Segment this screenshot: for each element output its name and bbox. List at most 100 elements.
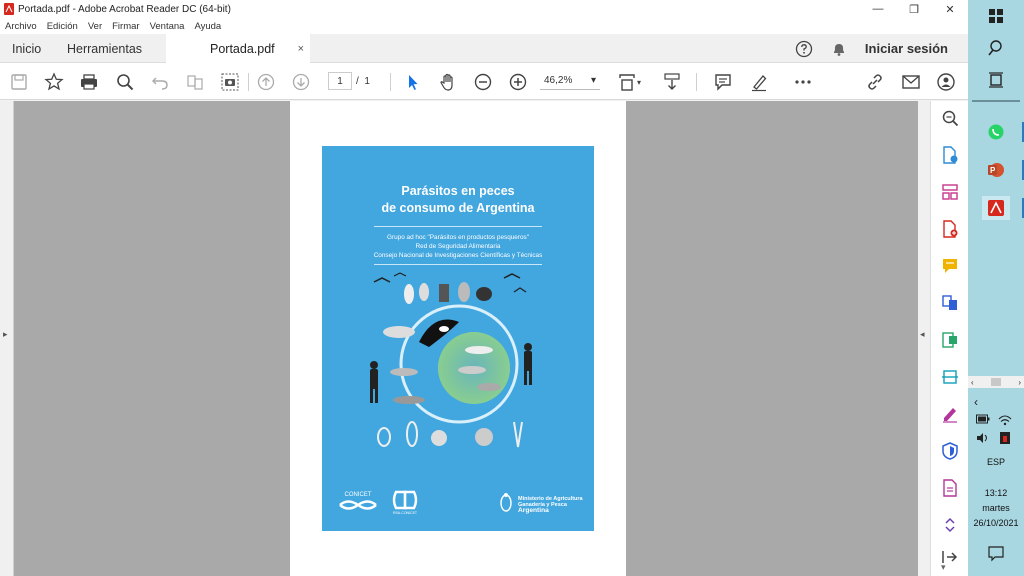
print-icon[interactable] (78, 71, 100, 93)
page-total-value: 1 (364, 76, 370, 87)
search-zoom-icon[interactable] (114, 71, 136, 93)
scroll-left-arrow[interactable]: ‹ (971, 378, 974, 387)
left-pane-collapsed: ▸ (0, 101, 14, 576)
task-view-icon[interactable] (982, 68, 1010, 92)
book-cover: Parásitos en peces de consumo de Argenti… (322, 146, 594, 531)
notifications-bell-icon[interactable] (831, 41, 847, 57)
export-pdf-icon[interactable] (940, 145, 960, 165)
document-viewer[interactable]: Parásitos en peces de consumo de Argenti… (14, 101, 918, 576)
restore-button[interactable]: ❐ (896, 0, 932, 18)
scroll-down-arrow[interactable]: ▾ (941, 562, 946, 573)
red-seguridad-logo: RSA-CONICET (382, 490, 428, 515)
tab-bar: Inicio Herramientas Portada.pdf × Inicia… (0, 34, 968, 63)
expand-left-pane-button[interactable]: ▸ (3, 329, 8, 340)
protect-icon[interactable] (940, 441, 960, 461)
windows-taskbar: P ‹ ESP 13:12 martes 26/10/2021 (968, 0, 1024, 576)
scroll-mode-icon[interactable] (661, 71, 683, 93)
conicet-logo: CONICET (336, 492, 380, 514)
cover-subtitle-line2: Red de Seguridad Alimentaria (415, 243, 501, 250)
powerpoint-icon[interactable]: P (982, 158, 1024, 182)
cover-title-line1: Parásitos en peces (401, 184, 515, 198)
cover-illustration (370, 272, 532, 448)
close-window-button[interactable]: ✕ (932, 0, 968, 18)
notification-center-icon[interactable] (982, 541, 1010, 565)
search-zoom-icon[interactable] (940, 108, 960, 128)
taskbar-horizontal-scroll[interactable]: ‹ › (968, 376, 1024, 388)
clock-time[interactable]: 13:12 (968, 488, 1024, 498)
cover-title-line2: de consumo de Argentina (381, 201, 535, 215)
organize-pages-icon[interactable] (940, 182, 960, 202)
right-pane-toggle: ◂ (918, 101, 930, 576)
page-number-input[interactable]: 1 (328, 72, 352, 90)
combine-files-icon[interactable] (940, 293, 960, 313)
cover-divider (374, 226, 542, 227)
help-icon[interactable] (795, 40, 813, 58)
page-up-icon[interactable] (255, 71, 277, 93)
zoom-out-icon[interactable] (472, 71, 494, 93)
hand-icon[interactable] (437, 71, 459, 93)
menu-ver[interactable]: Ver (88, 21, 102, 32)
collapse-right-pane-button[interactable]: ◂ (920, 329, 925, 340)
menu-ventana[interactable]: Ventana (150, 21, 185, 32)
select-cursor-icon[interactable] (402, 71, 424, 93)
language-indicator[interactable]: ESP (968, 457, 1024, 467)
create-pdf-icon[interactable] (940, 219, 960, 239)
snapshot-icon[interactable] (219, 71, 241, 93)
tab-inicio[interactable]: Inicio (12, 34, 41, 63)
svg-text:P: P (990, 166, 996, 175)
organize-icon[interactable] (184, 71, 206, 93)
page-total: / 1 (356, 76, 370, 87)
fit-menu-chevron-icon[interactable]: ▾ (633, 71, 645, 93)
highlight-pen-icon[interactable] (748, 71, 770, 93)
minimize-button[interactable]: — (860, 0, 896, 18)
edit-pdf-icon[interactable] (940, 478, 960, 498)
wifi-icon[interactable] (998, 414, 1012, 426)
tab-document[interactable]: Portada.pdf × (166, 34, 310, 63)
main-toolbar: 1 / 1 46,2% ▾ ▾ (0, 63, 968, 100)
security-alert-icon[interactable] (998, 432, 1012, 444)
zoom-in-icon[interactable] (507, 71, 529, 93)
tab-document-label: Portada.pdf (210, 41, 275, 56)
cover-subtitle-line3: Consejo Nacional de Investigaciones Cien… (373, 252, 543, 259)
more-icon[interactable] (792, 71, 814, 93)
signin-button[interactable]: Iniciar sesión (865, 41, 948, 56)
undo-icon[interactable] (149, 71, 171, 93)
menu-firmar[interactable]: Firmar (112, 21, 139, 32)
comment-icon[interactable] (712, 71, 734, 93)
acrobat-window: Portada.pdf - Adobe Acrobat Reader DC (6… (0, 0, 968, 576)
red-seguridad-label: RSA-CONICET (392, 511, 418, 515)
toolbar-separator (248, 73, 249, 91)
pdf-page: Parásitos en peces de consumo de Argenti… (290, 101, 626, 576)
expand-icon[interactable] (940, 515, 960, 535)
compress-icon[interactable] (940, 330, 960, 350)
search-icon[interactable] (982, 36, 1010, 60)
fill-sign-icon[interactable] (940, 404, 960, 424)
whatsapp-icon[interactable] (982, 120, 1024, 144)
acrobat-taskbar-icon[interactable] (982, 196, 1024, 220)
battery-icon[interactable] (976, 414, 990, 424)
page-down-icon[interactable] (290, 71, 312, 93)
page-separator: / (356, 76, 359, 87)
tray-expand-button[interactable]: ‹ (974, 395, 978, 409)
volume-icon[interactable] (976, 432, 990, 444)
tab-herramientas[interactable]: Herramientas (67, 34, 142, 63)
share-link-icon[interactable] (864, 71, 886, 93)
menu-ayuda[interactable]: Ayuda (194, 21, 221, 32)
comment-tool-icon[interactable] (940, 256, 960, 276)
window-title: Portada.pdf - Adobe Acrobat Reader DC (6… (18, 3, 231, 15)
bookmark-star-icon[interactable] (43, 71, 65, 93)
add-user-icon[interactable] (935, 71, 957, 93)
cover-divider (374, 264, 542, 265)
clock-day: martes (982, 503, 1010, 513)
zoom-select[interactable]: 46,2% ▾ (540, 72, 600, 90)
menu-archivo[interactable]: Archivo (5, 21, 37, 32)
scroll-right-arrow[interactable]: › (1018, 378, 1021, 387)
email-icon[interactable] (900, 71, 922, 93)
menu-edicion[interactable]: Edición (47, 21, 78, 32)
close-tab-button[interactable]: × (298, 43, 304, 55)
save-icon[interactable] (8, 71, 30, 93)
scroll-thumb[interactable] (991, 378, 1001, 386)
scan-ocr-icon[interactable] (940, 367, 960, 387)
tray-row2 (976, 432, 1012, 444)
windows-start-icon[interactable] (982, 4, 1010, 28)
